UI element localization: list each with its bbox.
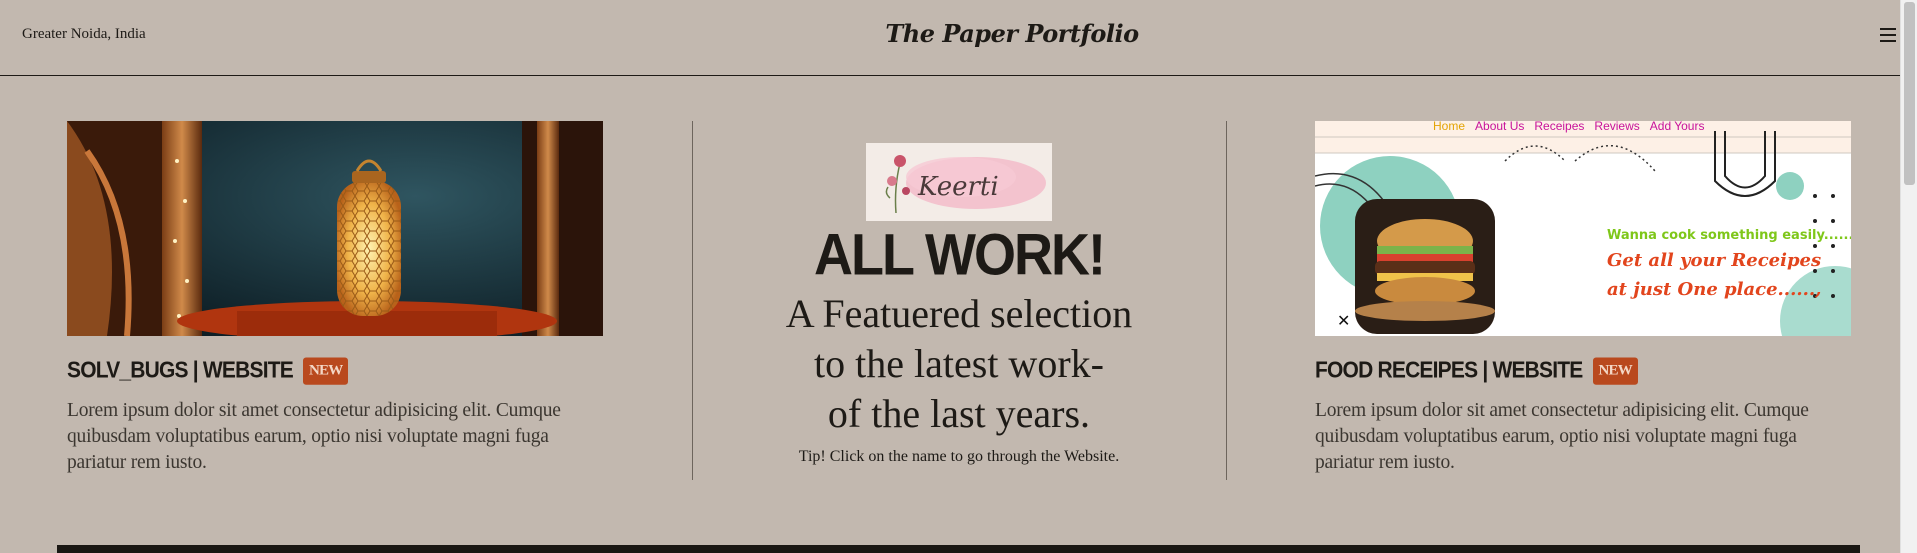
food-site-preview: ✕ Wanna cook something easily......? Get… (1315, 121, 1851, 336)
footer-band (57, 545, 1860, 553)
preview-nav: Home About Us Receipes Reviews Add Yours (1433, 121, 1704, 133)
lantern-scene-illustration (67, 121, 603, 336)
keerti-logo: Keerti (866, 143, 1052, 221)
hamburger-menu-icon[interactable] (1880, 28, 1896, 42)
logo-text: Keerti (917, 172, 999, 202)
card-title-text[interactable]: Solv_bugs | Website (67, 357, 294, 383)
logo-artwork: Keerti (885, 155, 1046, 214)
preview-headline-1: Get all your Receipes (1607, 250, 1821, 271)
top-bar: Greater Noida, India The Paper Portfolio (0, 0, 1900, 76)
subtitle-line-2: to the latest work- (814, 341, 1104, 386)
solv-bugs-preview-image[interactable] (67, 121, 603, 336)
card-title-solv-bugs[interactable]: Solv_bugs | Website NEW (67, 356, 349, 386)
preview-tagline: Wanna cook something easily......? (1607, 228, 1851, 243)
scrollbar-thumb[interactable] (1904, 2, 1915, 185)
preview-nav-about: About Us (1475, 121, 1525, 133)
tip-text: Tip! Click on the name to go through the… (798, 448, 1120, 465)
food-receipes-preview-image[interactable]: ✕ Wanna cook something easily......? Get… (1315, 121, 1851, 336)
preview-nav-home: Home (1433, 121, 1466, 133)
page-subtitle: A Featuered selection to the latest work… (692, 289, 1226, 439)
subtitle-line-1: A Featuered selection (785, 291, 1133, 336)
card-title-text[interactable]: Food Receipes | Website (1315, 357, 1583, 383)
preview-nav-receipes: Receipes (1534, 121, 1585, 133)
column-divider-right (1226, 121, 1227, 480)
card-description-solv-bugs: Lorem ipsum dolor sit amet consectetur a… (67, 400, 561, 473)
subtitle-line-3: of the last years. (827, 391, 1091, 436)
page-scrollbar[interactable] (1900, 0, 1917, 553)
new-badge: NEW (302, 357, 349, 385)
close-icon: ✕ (1337, 311, 1350, 330)
preview-nav-add: Add Yours (1649, 121, 1705, 133)
preview-nav-reviews: Reviews (1594, 121, 1640, 133)
new-badge: NEW (1592, 357, 1638, 385)
card-title-food-receipes[interactable]: Food Receipes | Website NEW (1315, 356, 1638, 386)
page-title: ALL WORK! (814, 222, 1106, 288)
card-description-food-receipes: Lorem ipsum dolor sit amet consectetur a… (1315, 400, 1809, 473)
preview-headline-2: at just One place......, (1607, 279, 1821, 300)
site-brand-title[interactable]: The Paper Portfolio (0, 19, 1917, 48)
